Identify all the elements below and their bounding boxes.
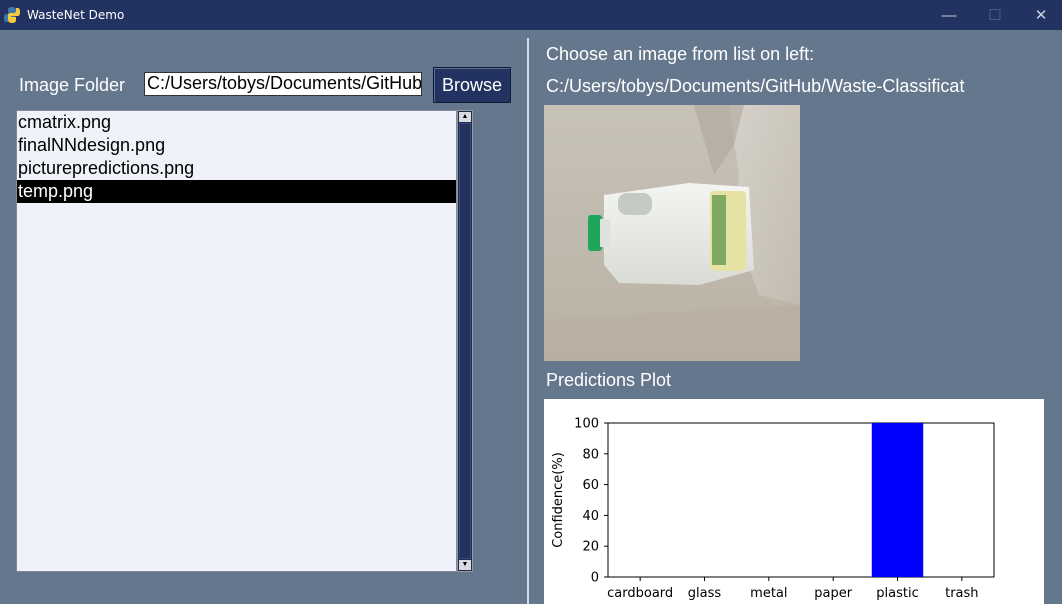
x-tick-label-glass: glass	[688, 586, 722, 601]
plot-y-ticks: 0 20 40 60 80 100	[574, 417, 608, 586]
minimize-button[interactable]: —	[926, 0, 972, 30]
y-tick-label: 80	[582, 447, 599, 462]
x-tick-label-plastic: plastic	[876, 586, 918, 601]
scrollbar-thumb[interactable]	[459, 123, 471, 559]
y-tick-label: 40	[582, 509, 599, 524]
y-tick-label: 100	[574, 417, 599, 432]
x-tick-label-paper: paper	[814, 586, 852, 601]
predictions-bar-chart: 0 20 40 60 80 100 cardboard glass metal paper pla…	[544, 399, 1044, 604]
image-folder-label: Image Folder	[19, 75, 126, 95]
window-title: WasteNet Demo	[27, 8, 125, 22]
image-preview	[544, 105, 800, 361]
file-list-item[interactable]: picturepredictions.png	[17, 157, 456, 180]
bar-plastic	[871, 423, 924, 577]
plot-frame	[607, 422, 995, 578]
close-button[interactable]: ✕	[1018, 0, 1062, 30]
x-tick-label-cardboard: cardboard	[607, 586, 673, 601]
y-tick-label: 60	[582, 478, 599, 493]
scroll-down-arrow-icon[interactable]: ▼	[459, 560, 471, 570]
x-tick-label-trash: trash	[945, 586, 978, 601]
plot-axes	[607, 422, 995, 578]
maximize-button[interactable]: ☐	[972, 0, 1018, 30]
choose-image-label: Choose an image from list on left:	[546, 44, 815, 64]
file-list-item[interactable]: cmatrix.png	[17, 111, 456, 134]
y-axis-label: Confidence(%)	[551, 452, 566, 548]
y-tick-label: 20	[582, 540, 599, 555]
scroll-up-arrow-icon[interactable]: ▲	[459, 112, 471, 122]
file-list-item[interactable]: temp.png	[17, 180, 456, 203]
plot-x-ticks: cardboard glass metal paper plastic trash	[607, 577, 979, 601]
python-app-icon	[4, 7, 20, 23]
plot-bars	[871, 423, 924, 577]
x-tick-label-metal: metal	[750, 586, 787, 601]
y-tick-label: 0	[591, 571, 599, 586]
panel-divider	[527, 38, 529, 604]
file-listbox[interactable]: cmatrix.png finalNNdesign.png picturepredi…	[16, 110, 457, 572]
image-folder-input[interactable]: C:/Users/tobys/Documents/GitHub	[144, 72, 422, 96]
predictions-plot-label: Predictions Plot	[546, 370, 672, 390]
selected-image-path: C:/Users/tobys/Documents/GitHub/Waste-Cl…	[546, 76, 965, 96]
browse-button[interactable]: Browse	[433, 67, 511, 103]
file-list-item[interactable]: finalNNdesign.png	[17, 134, 456, 157]
title-bar: WasteNet Demo — ☐ ✕	[0, 0, 1062, 30]
file-list-scrollbar[interactable]: ▲ ▼	[457, 110, 473, 572]
